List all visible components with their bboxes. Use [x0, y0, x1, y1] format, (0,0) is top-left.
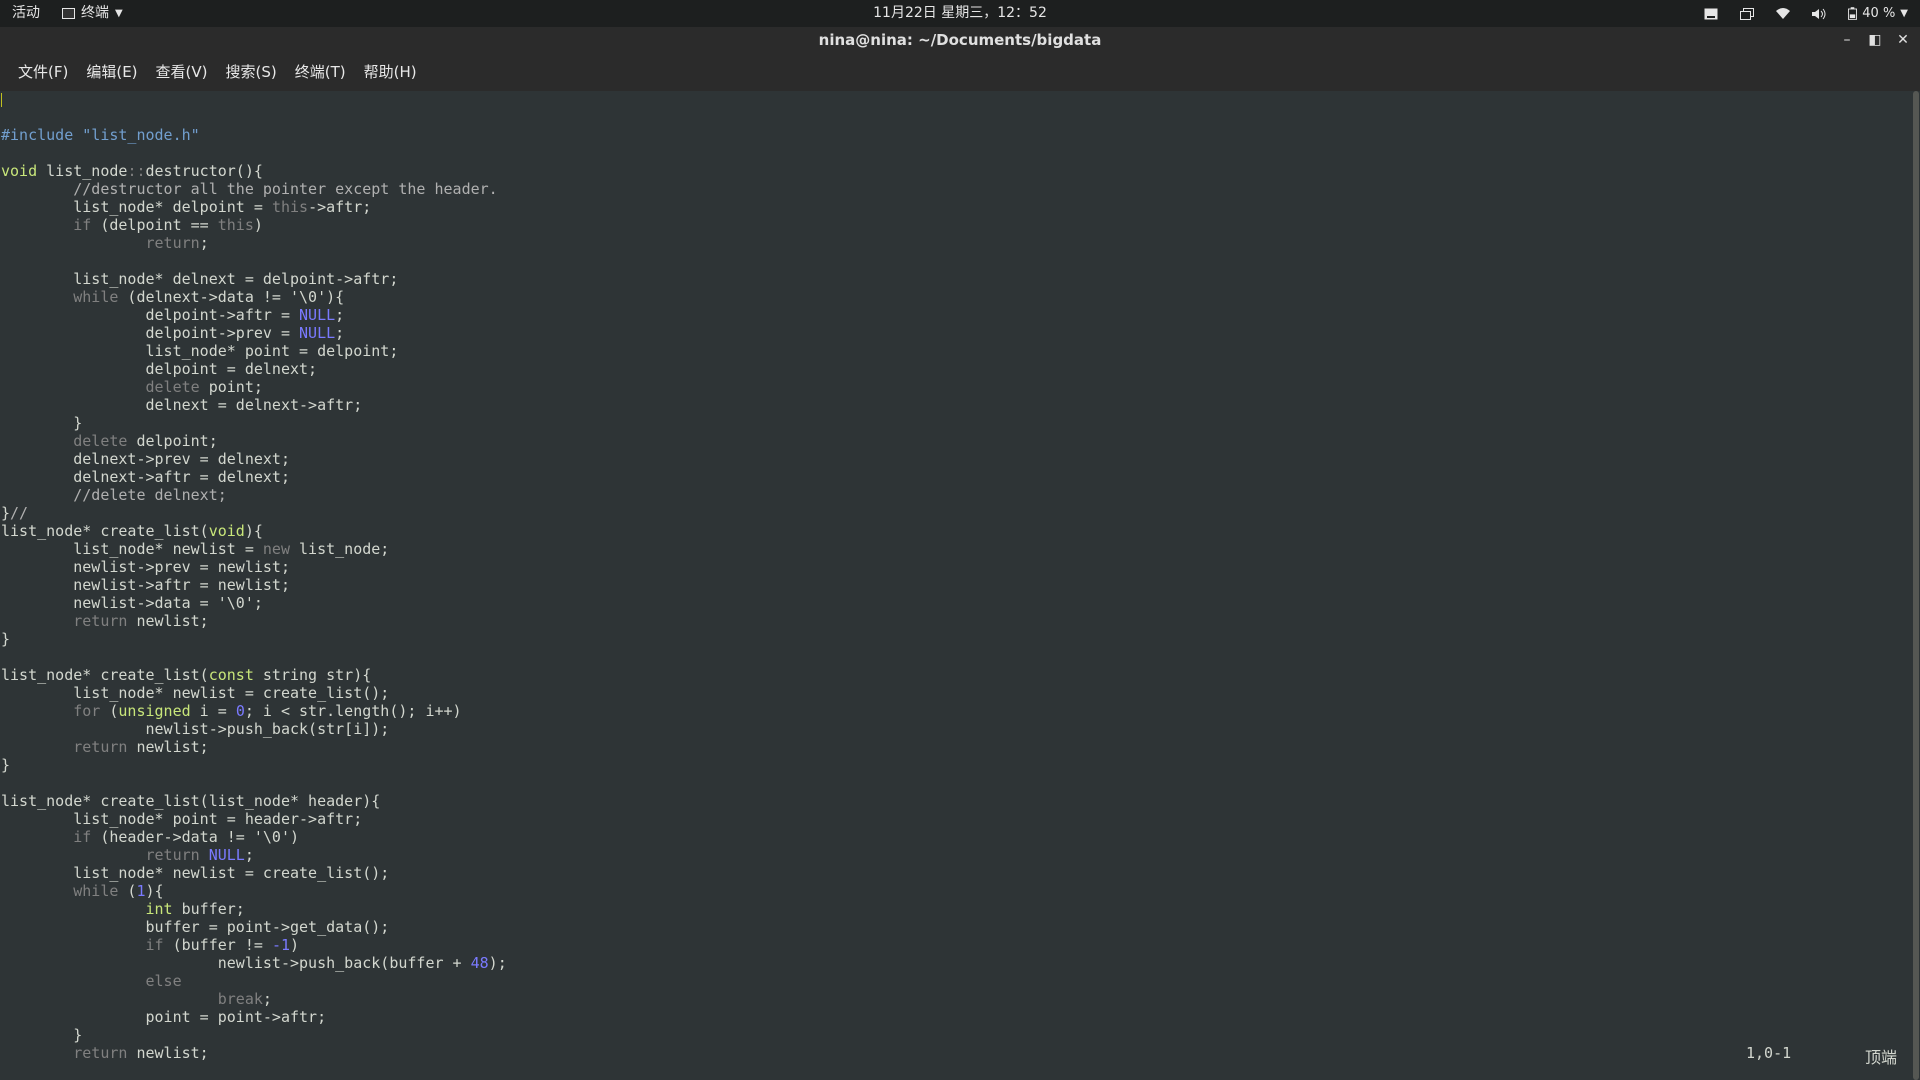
code-line: delpoint->aftr = NULL;	[1, 306, 345, 324]
code-line: return NULL;	[145, 846, 254, 864]
code-line: newlist->push_back(buffer + 48);	[1, 954, 507, 972]
menu-help[interactable]: 帮助(H)	[355, 53, 426, 91]
vim-status-line: 1,0-1 顶端	[0, 1044, 1920, 1068]
code-line: list_node* create_list(void){	[1, 522, 263, 540]
code-line: delete point;	[145, 378, 263, 396]
code-line: delnext->prev = delnext;	[1, 450, 290, 468]
system-tray[interactable]: 40 % ▼	[1704, 0, 1908, 27]
code-line: }//	[1, 504, 29, 522]
code-line: if (buffer != -1)	[145, 936, 300, 954]
app-menu[interactable]: 终端 ▼	[62, 0, 123, 27]
scroll-position: 顶端	[1865, 1048, 1898, 1067]
code-line: newlist->prev = newlist;	[1, 558, 290, 576]
code-line: newlist->data = '\0';	[1, 594, 263, 612]
scrollbar-thumb[interactable]	[1913, 91, 1919, 1080]
code-line: int buffer;	[145, 900, 245, 918]
code-line: return;	[145, 234, 209, 252]
menu-edit[interactable]: 编辑(E)	[77, 53, 146, 91]
cursor-position: 1,0-1	[1746, 1044, 1792, 1062]
window-controls: – ◧ ✕	[1840, 27, 1910, 53]
code-line: }	[1, 756, 11, 774]
code-line: list_node* newlist = create_list();	[1, 864, 390, 882]
window-titlebar[interactable]: nina@nina: ~/Documents/bigdata – ◧ ✕	[0, 27, 1920, 53]
code-line: delnext->aftr = delnext;	[1, 468, 290, 486]
code-line: //delete delnext;	[73, 486, 227, 504]
code-line: return newlist;	[73, 738, 209, 756]
chevron-down-icon: ▼	[1900, 8, 1908, 19]
top-panel: 活动 终端 ▼ 11月22日 星期三，12：52 40 % ▼	[0, 0, 1920, 27]
window-switch-icon[interactable]	[1740, 7, 1755, 20]
battery-indicator[interactable]: 40 % ▼	[1848, 0, 1908, 27]
chevron-down-icon: ▼	[115, 8, 123, 19]
scrollbar[interactable]	[1911, 91, 1920, 1080]
maximize-icon[interactable]: ◧	[1868, 32, 1882, 48]
code-line: list_node* newlist = new list_node;	[1, 540, 390, 558]
code-line: newlist->push_back(str[i]);	[1, 720, 390, 738]
code-line: delnext = delnext->aftr;	[1, 396, 363, 414]
code-line: for (unsigned i = 0; i < str.length(); i…	[73, 702, 462, 720]
code-line: delpoint = delnext;	[1, 360, 318, 378]
text-cursor	[1, 93, 2, 107]
code-line: delete delpoint;	[73, 432, 218, 450]
code-line: if (delpoint == this)	[73, 216, 263, 234]
code-line: }	[1, 414, 83, 432]
code-line: point = point->aftr;	[1, 1008, 327, 1026]
battery-icon	[1848, 7, 1858, 20]
code-line: list_node* delpoint = this->aftr;	[1, 198, 372, 216]
code-line: buffer = point->get_data();	[1, 918, 390, 936]
code-line: if (header->data != '\0')	[73, 828, 300, 846]
code-line: }	[1, 1026, 83, 1044]
code-line: list_node* point = delpoint;	[1, 342, 399, 360]
volume-icon[interactable]	[1812, 8, 1826, 20]
code-line: while (1){	[73, 882, 164, 900]
close-icon[interactable]: ✕	[1896, 32, 1910, 48]
code-line: //destructor all the pointer except the …	[73, 180, 498, 198]
activities-button[interactable]: 活动	[12, 0, 40, 27]
app-menu-label: 终端	[81, 5, 109, 21]
window-title: nina@nina: ~/Documents/bigdata	[818, 31, 1102, 49]
code-line: newlist->aftr = newlist;	[1, 576, 290, 594]
menu-terminal[interactable]: 终端(T)	[286, 53, 355, 91]
terminal-area[interactable]: #include "list_node.h" void list_node::d…	[0, 91, 1920, 1080]
minimize-icon[interactable]: –	[1840, 32, 1854, 48]
code-line: else	[145, 972, 182, 990]
menu-search[interactable]: 搜索(S)	[217, 53, 286, 91]
code-line: list_node* create_list(list_node* header…	[1, 792, 381, 810]
battery-level: 40 %	[1862, 6, 1896, 21]
code-line: while (delnext->data != '\0'){	[73, 288, 345, 306]
code-line: }	[1, 630, 11, 648]
code-line: void list_node::destructor(){	[1, 162, 263, 180]
code-line: list_node* delnext = delpoint->aftr;	[1, 270, 399, 288]
terminal-icon	[62, 8, 75, 19]
code-line: list_node* point = header->aftr;	[1, 810, 363, 828]
code-line: #include "list_node.h"	[1, 126, 200, 144]
code-line: break;	[217, 990, 272, 1008]
code-line: delpoint->prev = NULL;	[1, 324, 345, 342]
menu-view[interactable]: 查看(V)	[147, 53, 217, 91]
code-line: list_node* newlist = create_list();	[1, 684, 390, 702]
menu-file[interactable]: 文件(F)	[9, 53, 77, 91]
menu-bar: 文件(F) 编辑(E) 查看(V) 搜索(S) 终端(T) 帮助(H)	[0, 53, 1920, 91]
keyboard-icon[interactable]	[1704, 8, 1718, 20]
vim-buffer[interactable]: #include "list_node.h" void list_node::d…	[1, 108, 507, 1062]
code-line: list_node* create_list(const string str)…	[1, 666, 372, 684]
wifi-icon[interactable]	[1776, 7, 1791, 20]
code-line: return newlist;	[73, 612, 209, 630]
clock[interactable]: 11月22日 星期三，12：52	[873, 0, 1047, 27]
